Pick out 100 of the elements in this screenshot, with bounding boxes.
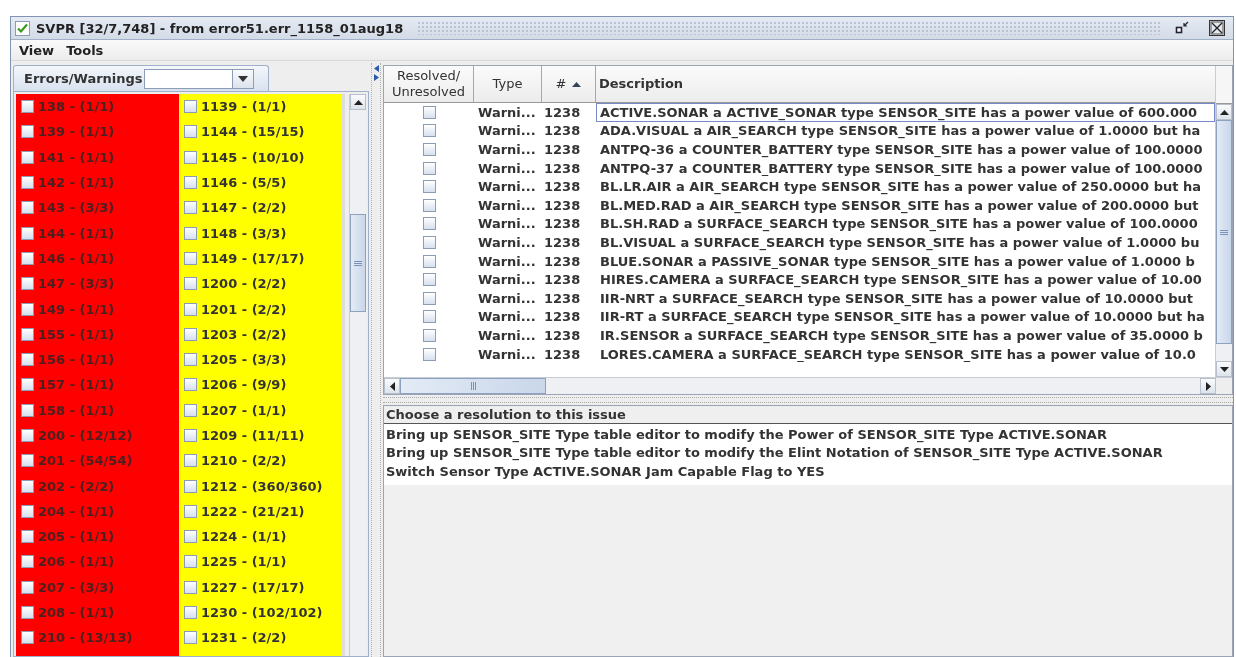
table-row[interactable]: Warni... 1238 HIRES.CAMERA a SURFACE_SEARCH type SENSOR_SITE has a power value of 10.00 xyxy=(384,270,1215,289)
checkbox[interactable] xyxy=(21,580,34,594)
checkbox[interactable] xyxy=(21,201,34,215)
checkbox[interactable] xyxy=(21,251,34,265)
checkbox[interactable] xyxy=(21,606,34,620)
code-label[interactable]: 1206 - (9/9) xyxy=(201,377,287,393)
horizontal-scrollbar[interactable] xyxy=(384,377,1232,394)
checkbox[interactable] xyxy=(21,277,34,291)
code-label[interactable]: 1139 - (1/1) xyxy=(201,99,287,115)
checkbox[interactable] xyxy=(21,504,34,518)
code-label[interactable]: 1200 - (2/2) xyxy=(201,276,287,292)
scroll-left-icon[interactable] xyxy=(389,381,395,391)
checkbox[interactable] xyxy=(184,100,197,114)
checkbox[interactable] xyxy=(21,555,34,569)
code-label[interactable]: 1201 - (2/2) xyxy=(201,301,287,317)
scroll-thumb[interactable] xyxy=(400,378,546,394)
code-label[interactable]: 1207 - (1/1) xyxy=(201,402,287,418)
table-row[interactable]: Warni... 1238 BL.VISUAL a SURFACE_SEARCH type SENSOR_SITE has a power value of 1.0000 bu xyxy=(384,233,1215,252)
code-label[interactable]: 1209 - (11/11) xyxy=(201,428,305,443)
code-label[interactable]: 1222 - (21/21) xyxy=(201,503,305,519)
checkbox[interactable] xyxy=(422,217,436,231)
checkbox[interactable] xyxy=(21,125,34,139)
checkbox[interactable] xyxy=(184,403,197,417)
checkbox[interactable] xyxy=(21,327,34,341)
checkbox[interactable] xyxy=(184,353,197,367)
checkbox[interactable] xyxy=(184,555,197,569)
checkbox[interactable] xyxy=(21,429,34,442)
resolution-option[interactable]: Bring up SENSOR_SITE Type table editor to modify the Power of SENSOR_SITE Type ACTIVE.SONAR xyxy=(384,425,1232,444)
restore-icon[interactable] xyxy=(1175,21,1191,35)
checkbox[interactable] xyxy=(422,235,436,249)
code-label[interactable]: 1225 - (1/1) xyxy=(201,554,287,570)
checkbox[interactable] xyxy=(21,150,34,164)
collapse-left-icon[interactable] xyxy=(373,65,379,72)
checkbox[interactable] xyxy=(422,180,436,194)
checkbox[interactable] xyxy=(184,429,197,442)
code-label[interactable]: 1224 - (1/1) xyxy=(201,529,287,545)
checkbox[interactable] xyxy=(184,327,197,341)
checkbox[interactable] xyxy=(422,105,436,119)
checkbox[interactable] xyxy=(21,100,34,114)
scroll-thumb[interactable] xyxy=(1216,120,1232,344)
column-header[interactable]: Type xyxy=(474,66,542,102)
expand-right-icon[interactable] xyxy=(373,74,379,81)
vertical-scrollbar[interactable] xyxy=(349,94,366,656)
checkbox[interactable] xyxy=(21,631,34,645)
vertical-scrollbar[interactable] xyxy=(1215,66,1232,377)
code-label[interactable]: 1146 - (5/5) xyxy=(201,175,287,191)
column-header[interactable]: # xyxy=(542,66,596,102)
table-row[interactable]: Warni... 1238 LORES.CAMERA a SURFACE_SEARCH type SENSOR_SITE has a power value of 10.0 xyxy=(384,344,1215,364)
column-header[interactable]: Resolved/ Unresolved xyxy=(384,66,474,102)
checkbox[interactable] xyxy=(422,273,436,287)
code-label[interactable]: 1149 - (17/17) xyxy=(201,250,305,266)
code-label[interactable]: 1145 - (10/10) xyxy=(201,149,305,165)
code-label[interactable]: 1230 - (102/102) xyxy=(201,605,323,621)
menu-item[interactable]: Tools xyxy=(60,42,110,58)
code-label[interactable]: 1231 - (2/2) xyxy=(201,630,287,646)
checkbox[interactable] xyxy=(21,479,34,493)
code-label[interactable]: 1205 - (3/3) xyxy=(201,352,287,368)
checkbox[interactable] xyxy=(184,226,197,240)
code-label[interactable]: 1147 - (2/2) xyxy=(201,200,287,216)
checkbox[interactable] xyxy=(184,631,197,645)
table-row[interactable]: Warni... 1238 BL.MED.RAD a AIR_SEARCH type SENSOR_SITE has a power value of 200.0000 but xyxy=(384,195,1215,215)
checkbox[interactable] xyxy=(21,226,34,240)
checkbox[interactable] xyxy=(21,403,34,417)
close-icon[interactable] xyxy=(1209,20,1225,36)
checkbox[interactable] xyxy=(21,302,34,316)
table-row[interactable]: Warni... 1238 ANTPQ-37 a COUNTER_BATTERY type SENSOR_SITE has a power value of 100.0000 xyxy=(384,158,1215,178)
code-label[interactable]: 1203 - (2/2) xyxy=(201,326,287,342)
table-row[interactable]: Warni... 1238 IIR-RT a SURFACE_SEARCH type SENSOR_SITE has a power value of 10.0000 but ha xyxy=(384,307,1215,327)
checkbox[interactable] xyxy=(184,251,197,265)
menu-item[interactable]: View xyxy=(13,42,61,58)
errors-warnings-tab[interactable]: Errors/Warnings xyxy=(13,65,269,91)
code-label[interactable]: 1227 - (17/17) xyxy=(201,579,305,595)
checkbox[interactable] xyxy=(184,201,197,215)
column-header[interactable]: Description xyxy=(596,66,1215,102)
checkbox[interactable] xyxy=(21,378,34,392)
scroll-up-icon[interactable] xyxy=(1219,109,1229,115)
checkbox[interactable] xyxy=(422,198,436,212)
checkbox[interactable] xyxy=(422,328,436,342)
scroll-thumb[interactable] xyxy=(350,214,366,312)
checkbox[interactable] xyxy=(422,161,436,175)
checkbox[interactable] xyxy=(184,277,197,291)
checkbox[interactable] xyxy=(422,143,436,156)
checkbox[interactable] xyxy=(184,176,197,190)
scroll-up-icon[interactable] xyxy=(353,99,363,105)
resolution-option[interactable]: Switch Sensor Type ACTIVE.SONAR Jam Capable Flag to YES xyxy=(384,462,1232,481)
checkbox[interactable] xyxy=(184,125,197,139)
code-label[interactable]: 1144 - (15/15) xyxy=(201,124,305,140)
checkbox[interactable] xyxy=(422,310,436,324)
checkbox[interactable] xyxy=(422,124,436,138)
scroll-down-icon[interactable] xyxy=(1219,366,1229,372)
checkbox[interactable] xyxy=(184,378,197,392)
filter-dropdown[interactable] xyxy=(143,68,254,89)
code-label[interactable]: 1210 - (2/2) xyxy=(201,453,287,469)
checkbox[interactable] xyxy=(184,302,197,316)
checkbox[interactable] xyxy=(21,454,34,468)
checkbox[interactable] xyxy=(184,479,197,493)
resolution-option[interactable]: Bring up SENSOR_SITE Type table editor to modify the Elint Notation of SENSOR_SITE Type ACTIVE.SONAR xyxy=(384,443,1232,462)
checkbox[interactable] xyxy=(184,150,197,164)
checkbox[interactable] xyxy=(422,254,436,268)
checkbox[interactable] xyxy=(184,454,197,468)
